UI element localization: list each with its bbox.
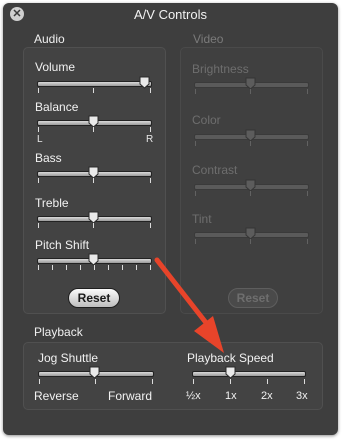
pointer-arrow-icon <box>154 257 224 353</box>
